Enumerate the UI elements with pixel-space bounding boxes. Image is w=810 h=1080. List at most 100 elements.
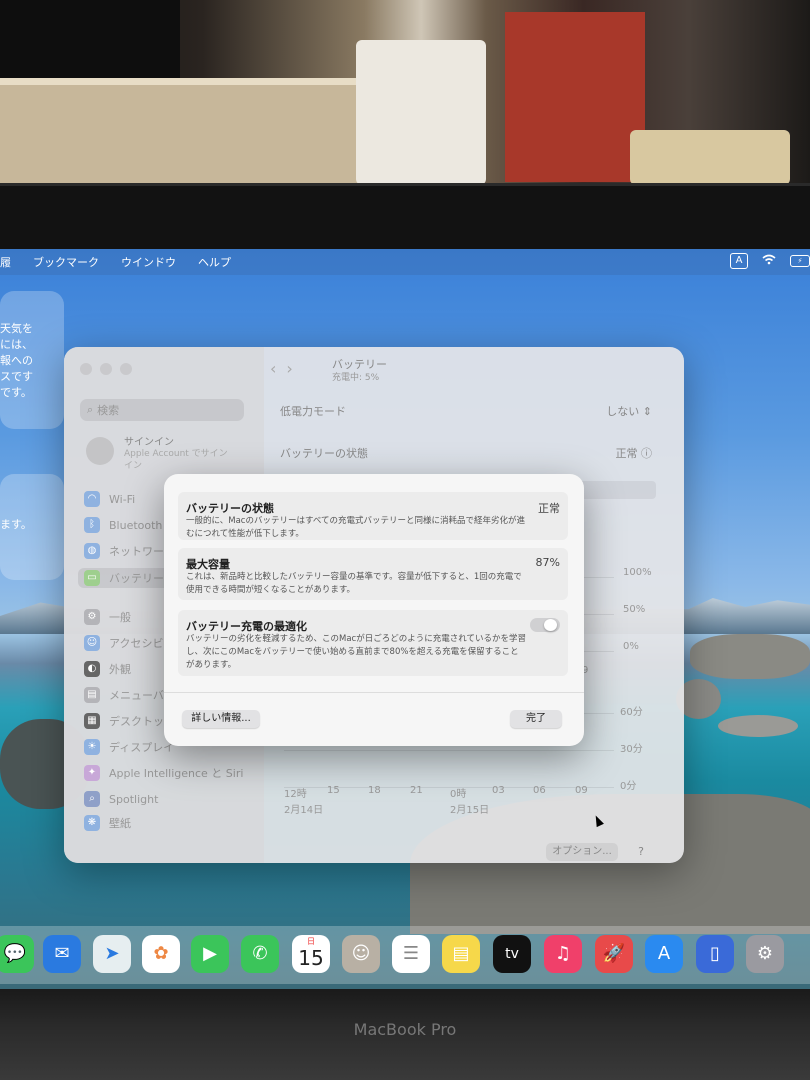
optimize-card: バッテリー充電の最適化 バッテリーの劣化を軽減するため、このMacが日ごろどのよ… [178,610,568,676]
stool [505,12,645,182]
phone-icon[interactable]: ✆ [241,935,279,973]
cloth-pile [630,130,790,185]
laptop-top-bezel [0,183,810,252]
low-power-select[interactable]: しない ⇕ [606,403,652,419]
facetime-icon[interactable]: ▶ [191,935,229,973]
wifi-icon[interactable] [762,254,776,268]
battery-health-row: バッテリーの状態 正常 ⓘ [278,439,658,465]
x-tick-label: 0時 [450,789,467,800]
widget-text-line: ます。 [0,518,32,531]
gridline [284,750,614,751]
forward-chevron-icon[interactable]: › [286,359,302,378]
done-button[interactable]: 完了 [510,710,562,728]
health-card: バッテリーの状態 正常 一般的に、Macのバッテリーはすべての充電式バッテリーと… [178,492,568,540]
menu-help[interactable]: ヘルプ [198,254,231,270]
iphone-mirroring-icon[interactable]: ▯ [696,935,734,973]
options-button[interactable]: オプション... [546,843,618,861]
close-button[interactable] [80,363,92,375]
sidebar-item-spotlight[interactable]: ⌕ Spotlight [84,789,158,809]
optimize-charging-toggle[interactable] [530,618,560,632]
widget-text-line: スです [0,370,33,383]
sidebar-item-label: 外観 [109,663,131,676]
gear-icon: ⚙ [84,609,100,625]
signin-subtitle: Apple Account でサインイン [124,449,228,471]
x-tick-label: 12時 [284,789,307,800]
capacity-card-desc: これは、新品時と比較したバッテリー容量の基準です。容量が低下すると、1回の充電で… [186,572,522,595]
sidebar-item-appearance[interactable]: ◐ 外観 [84,659,131,679]
sidebar-item-menubar[interactable]: ▤ メニューバ [84,685,164,705]
device-brand-label: MacBook Pro [353,1020,457,1039]
messages-icon[interactable]: 💬 [0,935,34,973]
nav-back-forward[interactable]: ‹› [270,359,303,378]
weather-widget[interactable]: 天気を には、 報への スです です。 [0,291,64,429]
sidebar-item-desktop-dock[interactable]: ▦ デスクトッ [84,711,164,731]
sidebar-item-label: Apple Intelligence と Siri [109,767,244,780]
siri-icon: ✦ [84,765,100,781]
zoom-button[interactable] [120,363,132,375]
minimize-button[interactable] [100,363,112,375]
health-value: 正常 [615,447,638,460]
sidebar-item-label: バッテリー [109,572,164,585]
shelf [0,85,360,185]
battery-charging-icon[interactable]: ⚡ [790,255,810,267]
widget-text-line: 天気を [0,322,33,335]
reminders-icon[interactable]: ☰ [392,935,430,973]
system-settings-icon[interactable]: ⚙ [746,935,784,973]
sidebar-item-siri[interactable]: ✦ Apple Intelligence と Siri [84,763,243,783]
notes-icon[interactable]: ▤ [442,935,480,973]
more-info-button[interactable]: 詳しい情報... [182,710,260,728]
sidebar-item-label: 壁紙 [109,817,131,830]
capacity-card-title: 最大容量 [186,558,230,571]
capacity-card: 最大容量 87% これは、新品時と比較したバッテリー容量の基準です。容量が低下す… [178,548,568,600]
laptop-screen: 履 ブックマーク ウインドウ ヘルプ A ⚡ 天気を には、 報への スです で… [0,249,810,989]
display-icon: ☀ [84,739,100,755]
signin-title: サインイン [124,437,174,448]
sidebar-item-label: Spotlight [109,792,159,806]
wallpaper-rock [718,715,798,737]
charging-status: 充電中: 5% [332,373,380,383]
apple-tv-label: tv [505,946,519,962]
sidebar-item-displays[interactable]: ☀ ディスプレイ [84,737,174,757]
widget-text-line: です。 [0,386,32,399]
app-store-icon[interactable]: A [645,935,683,973]
appearance-icon: ◐ [84,661,100,677]
help-button[interactable]: ? [632,843,650,861]
search-field[interactable]: ⌕ 検索 [80,399,244,421]
sidebar-item-wallpaper[interactable]: ❋ 壁紙 [84,813,131,833]
menu-bar: 履 ブックマーク ウインドウ ヘルプ A ⚡ [0,249,810,275]
info-icon[interactable]: ⓘ [641,447,652,460]
search-icon: ⌕ [87,403,94,416]
spotlight-icon: ⌕ [84,791,100,807]
mail-icon[interactable]: ✉ [43,935,81,973]
apple-tv-icon[interactable]: tv [493,935,531,973]
input-source-indicator[interactable]: A [730,253,748,269]
sidebar-item-network[interactable]: ◍ ネットワーク [84,541,175,561]
sidebar-item-bluetooth[interactable]: ᛒ Bluetooth [84,515,162,535]
sidebar-item-wifi[interactable]: ◠ Wi-Fi [84,489,135,509]
menu-bookmarks[interactable]: ブックマーク [33,254,99,270]
x-tick-label: 09 [575,785,588,796]
menu-history[interactable]: 履 [0,254,11,270]
maps-icon[interactable]: ➤ [93,935,131,973]
sidebar-item-general[interactable]: ⚙ 一般 [84,607,131,627]
low-power-mode-row: 低電力モード しない ⇕ [278,397,658,423]
back-chevron-icon[interactable]: ‹ [270,359,286,378]
y-tick-label: 0分 [620,781,637,792]
wallpaper-rock [690,634,810,679]
menu-window[interactable]: ウインドウ [121,254,176,270]
music-icon[interactable]: ♫ [544,935,582,973]
contacts-icon[interactable]: ☺ [342,935,380,973]
dock: 💬 ✉ ➤ ✿ ▶ ✆ 日 15 ☺ ☰ ▤ tv ♫ 🚀 A ▯ ⚙ [0,926,810,984]
sidebar-item-accessibility[interactable]: ☺ アクセシビ [84,633,163,653]
widget-text-line: には、 [0,338,33,351]
sidebar-item-label: アクセシビ [109,637,164,650]
laptop-chin: MacBook Pro [0,989,810,1080]
sidebar-item-label: メニューバ [109,689,164,702]
y-tick-label: 100% [623,567,652,578]
desktop-widget[interactable]: ます。 [0,474,64,580]
sidebar-item-label: Bluetooth [109,518,163,532]
rocket-icon[interactable]: 🚀 [595,935,633,973]
updown-chevron-icon: ⇕ [642,405,652,418]
photos-icon[interactable]: ✿ [142,935,180,973]
calendar-icon[interactable]: 日 15 [292,935,330,973]
